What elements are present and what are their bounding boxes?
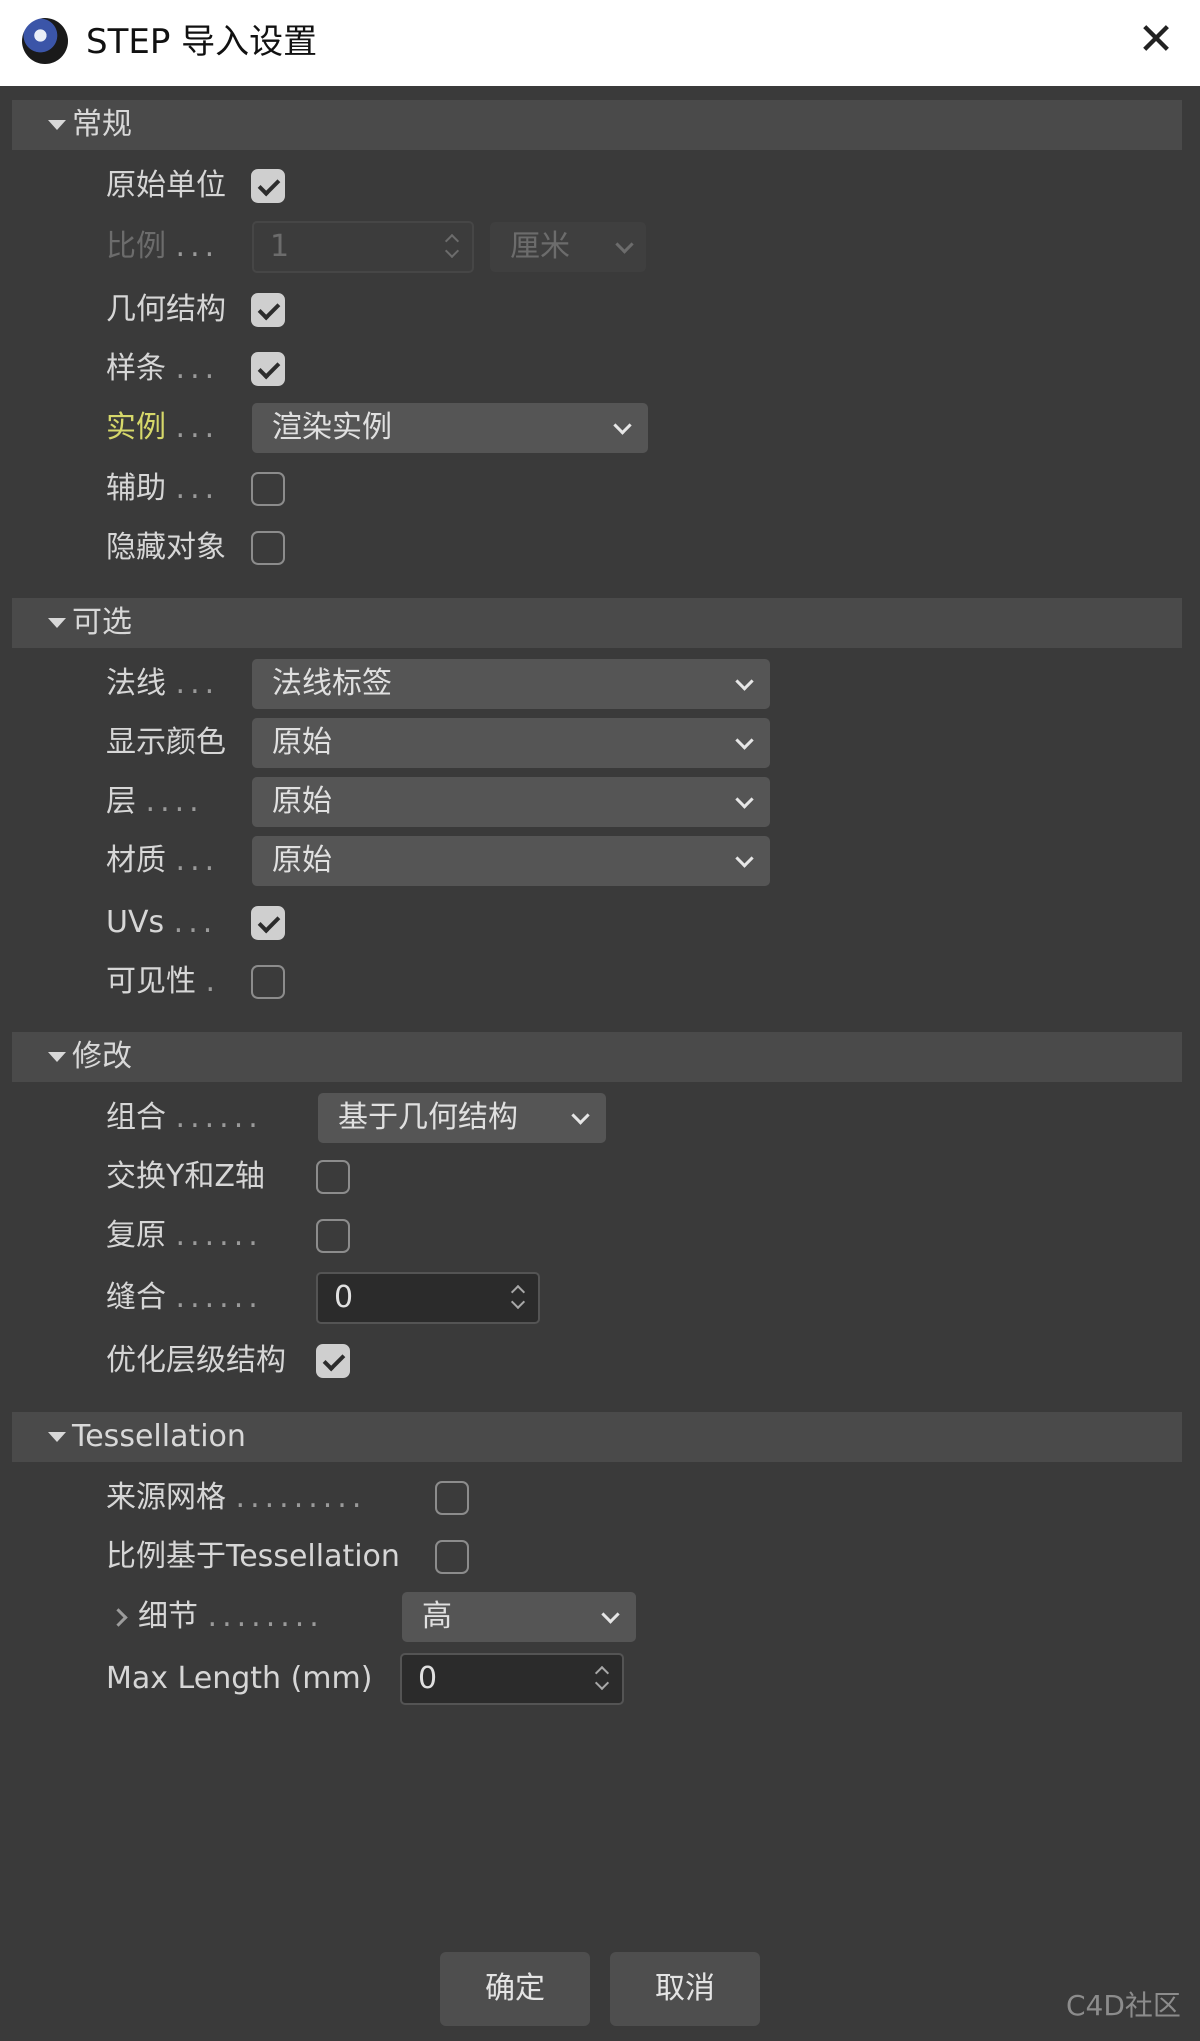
scale-by-tessellation-checkbox[interactable] [435, 1540, 469, 1574]
swap-yz-checkbox[interactable] [316, 1160, 350, 1194]
instances-label: 实例 ... [106, 410, 220, 445]
chevron-down-icon [571, 1106, 590, 1125]
source-mesh-label: 来源网格 ......... [106, 1480, 367, 1515]
scale-field[interactable]: 1 [252, 221, 474, 273]
helpers-label: 辅助 ... [106, 471, 220, 506]
chevron-down-icon [735, 672, 754, 691]
close-icon[interactable]: ✕ [1132, 16, 1180, 64]
optimize-hierarchy-checkbox[interactable] [316, 1344, 350, 1378]
uvs-label: UVs ... [106, 905, 218, 940]
spinner-icon[interactable] [442, 231, 462, 265]
restore-label: 复原 ...... [106, 1218, 263, 1253]
section-title: 修改 [72, 1039, 132, 1074]
expand-chevron-icon[interactable] [109, 1608, 128, 1627]
detail-value: 高 [422, 1599, 452, 1634]
layers-dropdown[interactable]: 原始 [252, 777, 770, 827]
cinema4d-logo-icon [22, 18, 68, 64]
visibility-label: 可见性 . [106, 964, 221, 999]
display-color-label: 显示颜色 [106, 725, 226, 760]
splines-label: 样条 ... [106, 351, 220, 386]
section-title: 可选 [72, 605, 132, 640]
layers-label: 层 .... [106, 784, 204, 819]
geometry-label: 几何结构 [106, 292, 226, 327]
detail-label: 细节 ........ [138, 1599, 324, 1634]
stitch-value: 0 [334, 1280, 354, 1315]
chevron-down-icon [735, 849, 754, 868]
chevron-down-icon [601, 1605, 620, 1624]
section-title: 常规 [72, 107, 132, 142]
section-title: Tessellation [72, 1419, 246, 1454]
materials-label: 材质 ... [106, 843, 220, 878]
normals-label: 法线 ... [106, 666, 220, 701]
swap-yz-label: 交换Y和Z轴 [106, 1159, 265, 1194]
geometry-checkbox[interactable] [251, 293, 285, 327]
section-header-modify[interactable]: 修改 [12, 1032, 1182, 1082]
section-header-general[interactable]: 常规 [12, 100, 1182, 150]
normals-value: 法线标签 [272, 666, 392, 701]
expand-triangle-icon [48, 1432, 66, 1442]
ok-button[interactable]: 确定 [440, 1952, 590, 2026]
stitch-field[interactable]: 0 [316, 1272, 540, 1324]
visibility-checkbox[interactable] [251, 965, 285, 999]
instances-value: 渲染实例 [272, 410, 392, 445]
expand-triangle-icon [48, 120, 66, 130]
scale-unit-value: 厘米 [510, 229, 570, 264]
window-title: STEP 导入设置 [86, 22, 318, 62]
uvs-checkbox[interactable] [251, 906, 285, 940]
grouping-dropdown[interactable]: 基于几何结构 [318, 1093, 606, 1143]
helpers-checkbox[interactable] [251, 472, 285, 506]
max-length-label: Max Length (mm) [106, 1661, 373, 1696]
splines-checkbox[interactable] [251, 352, 285, 386]
chevron-down-icon [735, 790, 754, 809]
spinner-icon[interactable] [592, 1663, 612, 1697]
chevron-down-icon [615, 235, 634, 254]
expand-triangle-icon [48, 1052, 66, 1062]
hidden-objects-checkbox[interactable] [251, 531, 285, 565]
max-length-field[interactable]: 0 [400, 1653, 624, 1705]
display-color-dropdown[interactable]: 原始 [252, 718, 770, 768]
section-header-tessellation[interactable]: Tessellation [12, 1412, 1182, 1462]
normals-dropdown[interactable]: 法线标签 [252, 659, 770, 709]
display-color-value: 原始 [272, 725, 332, 760]
detail-dropdown[interactable]: 高 [402, 1592, 636, 1642]
expand-triangle-icon [48, 618, 66, 628]
original-units-checkbox[interactable] [251, 169, 285, 203]
instances-dropdown[interactable]: 渲染实例 [252, 403, 648, 453]
chevron-down-icon [735, 731, 754, 750]
watermark: C4D社区 [1066, 1989, 1181, 2022]
scale-unit-dropdown[interactable]: 厘米 [490, 222, 646, 272]
scale-label: 比例 ... [106, 229, 220, 264]
cancel-button[interactable]: 取消 [610, 1952, 760, 2026]
restore-checkbox[interactable] [316, 1219, 350, 1253]
materials-dropdown[interactable]: 原始 [252, 836, 770, 886]
optimize-hierarchy-label: 优化层级结构 [106, 1343, 286, 1378]
materials-value: 原始 [272, 843, 332, 878]
layers-value: 原始 [272, 784, 332, 819]
grouping-value: 基于几何结构 [338, 1100, 518, 1135]
grouping-label: 组合 ...... [106, 1100, 263, 1135]
source-mesh-checkbox[interactable] [435, 1481, 469, 1515]
scale-value: 1 [270, 229, 290, 264]
original-units-label: 原始单位 [106, 168, 226, 203]
section-header-optional[interactable]: 可选 [12, 598, 1182, 648]
spinner-icon[interactable] [508, 1282, 528, 1316]
max-length-value: 0 [418, 1661, 438, 1696]
hidden-objects-label: 隐藏对象 [106, 530, 226, 565]
title-bar: STEP 导入设置 ✕ [0, 0, 1200, 86]
stitch-label: 缝合 ...... [106, 1280, 263, 1315]
scale-by-tessellation-label: 比例基于Tessellation [106, 1539, 400, 1574]
chevron-down-icon [613, 416, 632, 435]
